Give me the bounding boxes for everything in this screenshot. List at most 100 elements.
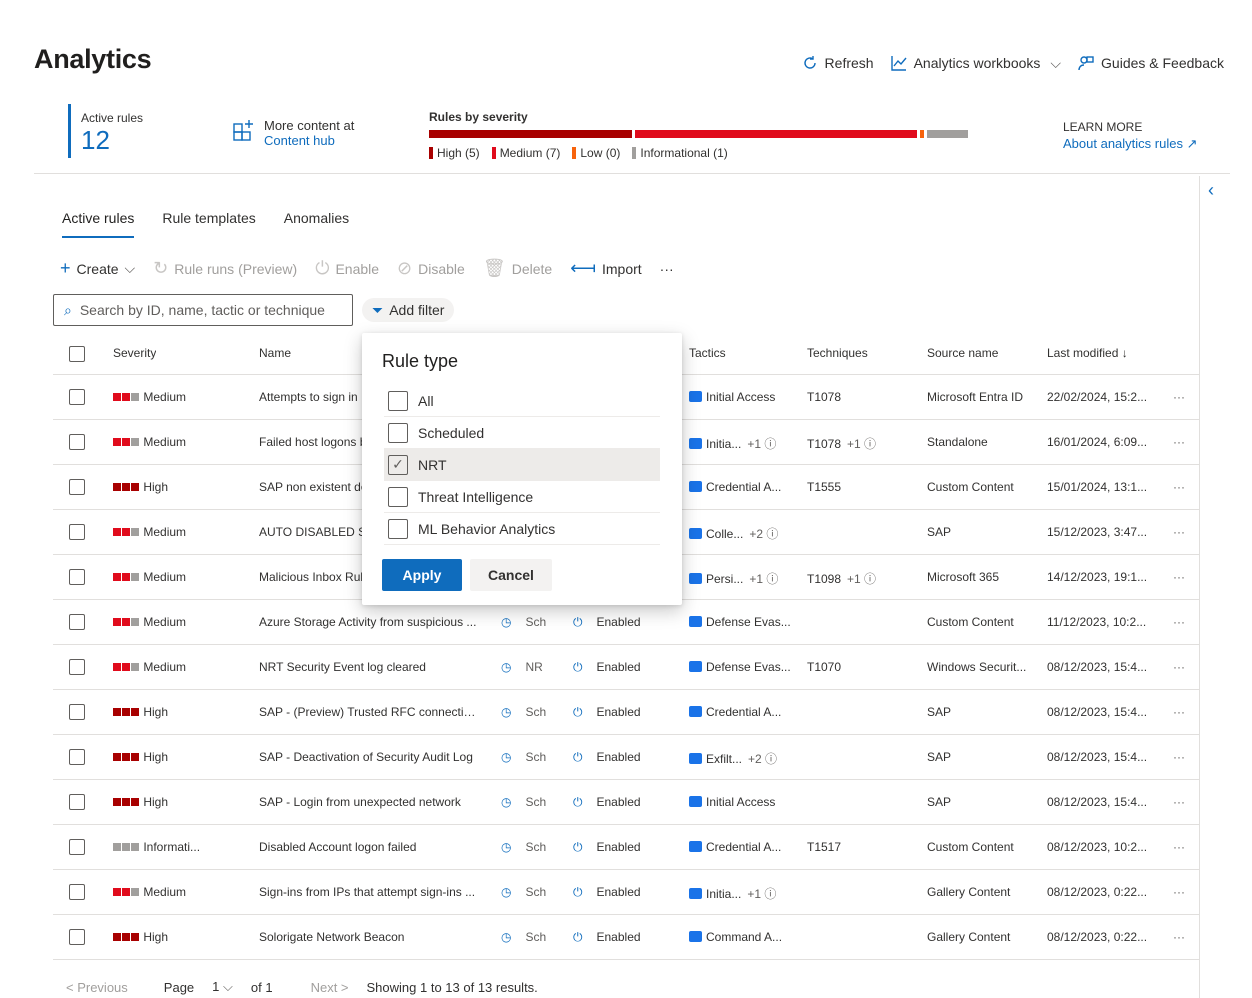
row-checkbox[interactable] [69, 524, 85, 540]
rule-name[interactable]: NRT Security Event log cleared [259, 660, 481, 674]
more-actions-button[interactable]: ··· [660, 261, 674, 277]
rule-type-option[interactable]: All [384, 385, 660, 417]
checkbox-icon[interactable] [388, 486, 408, 507]
guides-feedback-button[interactable]: Guides & Feedback [1077, 54, 1224, 72]
active-rules-stat: Active rules 12 [68, 104, 143, 158]
rule-type-option[interactable]: ML Behavior Analytics [384, 513, 660, 545]
row-more-button[interactable]: ··· [1173, 390, 1185, 404]
rule-name[interactable]: SAP - Login from unexpected network [259, 795, 481, 809]
rule-name[interactable]: SAP - (Preview) Trusted RFC connection..… [259, 705, 481, 719]
rule-runs-button[interactable]: ↻ Rule runs (Preview) [153, 258, 297, 279]
col-techniques[interactable]: Techniques [807, 346, 868, 360]
row-more-button[interactable]: ··· [1173, 525, 1185, 539]
row-more-button[interactable]: ··· [1173, 570, 1185, 584]
row-more-button[interactable]: ··· [1173, 795, 1185, 809]
checkbox-icon[interactable] [388, 390, 408, 411]
rule-type-cell: ◷ Sch [501, 750, 547, 764]
collapse-panel-button[interactable]: ‹ [1208, 180, 1214, 201]
severity-label: Rules by severity [429, 110, 528, 124]
select-all-checkbox[interactable] [69, 346, 85, 362]
col-severity[interactable]: Severity [113, 346, 156, 360]
rule-name[interactable]: Sign-ins from IPs that attempt sign-ins … [259, 885, 481, 899]
import-button[interactable]: ⟻ Import [570, 258, 642, 279]
table-row[interactable]: High SAP - Deactivation of Security Audi… [53, 735, 1199, 780]
row-checkbox[interactable] [69, 569, 85, 585]
status-cell: ⏻ Enabled [573, 930, 641, 944]
clock-icon: ◷ [501, 660, 512, 674]
checkbox-icon[interactable] [388, 518, 408, 539]
rule-name[interactable]: Azure Storage Activity from suspicious .… [259, 615, 481, 629]
row-checkbox[interactable] [69, 929, 85, 945]
previous-page-button[interactable]: < Previous [66, 980, 128, 995]
apply-button[interactable]: Apply [382, 559, 462, 591]
col-last-modified[interactable]: Last modified ↓ [1047, 346, 1149, 360]
analytics-workbooks-button[interactable]: Analytics workbooks ⌵ [890, 54, 1061, 72]
row-checkbox[interactable] [69, 479, 85, 495]
row-checkbox[interactable] [69, 884, 85, 900]
tab-active-rules[interactable]: Active rules [62, 210, 135, 238]
create-button[interactable]: + Create ⌵ [60, 258, 135, 279]
rule-name[interactable]: Solorigate Network Beacon [259, 930, 481, 944]
col-source[interactable]: Source name [927, 346, 1035, 360]
table-row[interactable]: Medium Sign-ins from IPs that attempt si… [53, 870, 1199, 915]
row-more-button[interactable]: ··· [1173, 480, 1185, 494]
rule-name[interactable]: Disabled Account logon failed [259, 840, 481, 854]
table-row[interactable]: Informati... Disabled Account logon fail… [53, 825, 1199, 870]
row-more-button[interactable]: ··· [1173, 615, 1185, 629]
disable-button[interactable]: ⊘ Disable [397, 258, 465, 279]
techniques-cell [807, 750, 813, 764]
checkbox-icon[interactable] [388, 422, 408, 443]
row-checkbox[interactable] [69, 389, 85, 405]
row-more-button[interactable]: ··· [1173, 885, 1185, 899]
cancel-button[interactable]: Cancel [470, 559, 552, 591]
enable-button[interactable]: ⏻ Enable [315, 258, 379, 279]
row-checkbox[interactable] [69, 434, 85, 450]
col-tactics[interactable]: Tactics [689, 346, 799, 360]
row-more-button[interactable]: ··· [1173, 750, 1185, 764]
severity-bar [429, 130, 974, 138]
table-row[interactable]: High SAP - Login from unexpected network… [53, 780, 1199, 825]
legend-low: Low (0) [572, 146, 620, 160]
guides-feedback-label: Guides & Feedback [1101, 55, 1224, 71]
techniques-cell [807, 525, 813, 539]
severity-indicator [113, 795, 140, 809]
table-row[interactable]: Medium Azure Storage Activity from suspi… [53, 600, 1199, 645]
row-checkbox[interactable] [69, 794, 85, 810]
checkbox-checked-icon[interactable]: ✓ [388, 454, 408, 475]
search-input[interactable]: ⌕ Search by ID, name, tactic or techniqu… [53, 294, 353, 326]
rule-type-option[interactable]: Scheduled [384, 417, 660, 449]
table-row[interactable]: High Solorigate Network Beacon ◷ Sch ⏻ Ena… [53, 915, 1199, 960]
row-checkbox[interactable] [69, 839, 85, 855]
delete-button[interactable]: 🗑 Delete [483, 258, 552, 279]
row-more-button[interactable]: ··· [1173, 840, 1185, 854]
table-row[interactable]: High SAP - (Preview) Trusted RFC connect… [53, 690, 1199, 735]
source-cell: Custom Content [927, 615, 1014, 629]
about-analytics-link[interactable]: About analytics rules ↗ [1063, 136, 1197, 152]
content-hub-link[interactable]: More content at Content hub [232, 118, 354, 148]
refresh-button[interactable]: Refresh [801, 54, 874, 72]
rule-type-option[interactable]: ✓ NRT [384, 449, 660, 481]
next-page-button[interactable]: Next > [311, 980, 349, 995]
row-more-button[interactable]: ··· [1173, 930, 1185, 944]
row-checkbox[interactable] [69, 659, 85, 675]
row-more-button[interactable]: ··· [1173, 660, 1185, 674]
table-row[interactable]: Medium NRT Security Event log cleared ◷ N… [53, 645, 1199, 690]
severity-indicator [113, 885, 140, 899]
page-select[interactable]: 1 ⌵ [212, 979, 233, 995]
tab-rule-templates[interactable]: Rule templates [162, 210, 255, 238]
rule-name[interactable]: SAP - Deactivation of Security Audit Log [259, 750, 481, 764]
row-checkbox[interactable] [69, 614, 85, 630]
add-filter-button[interactable]: ⏷ Add filter [362, 298, 455, 322]
plus-icon: + [60, 258, 71, 278]
row-checkbox[interactable] [69, 704, 85, 720]
modified-cell: 15/01/2024, 13:1... [1047, 480, 1148, 494]
row-more-button[interactable]: ··· [1173, 705, 1185, 719]
severity-indicator [113, 840, 140, 854]
row-more-button[interactable]: ··· [1173, 435, 1185, 449]
rule-type-option[interactable]: Threat Intelligence [384, 481, 660, 513]
row-checkbox[interactable] [69, 749, 85, 765]
tab-anomalies[interactable]: Anomalies [284, 210, 349, 238]
severity-cell: High [113, 480, 168, 494]
legend-medium: Medium (7) [491, 146, 560, 160]
source-cell: Custom Content [927, 840, 1014, 854]
